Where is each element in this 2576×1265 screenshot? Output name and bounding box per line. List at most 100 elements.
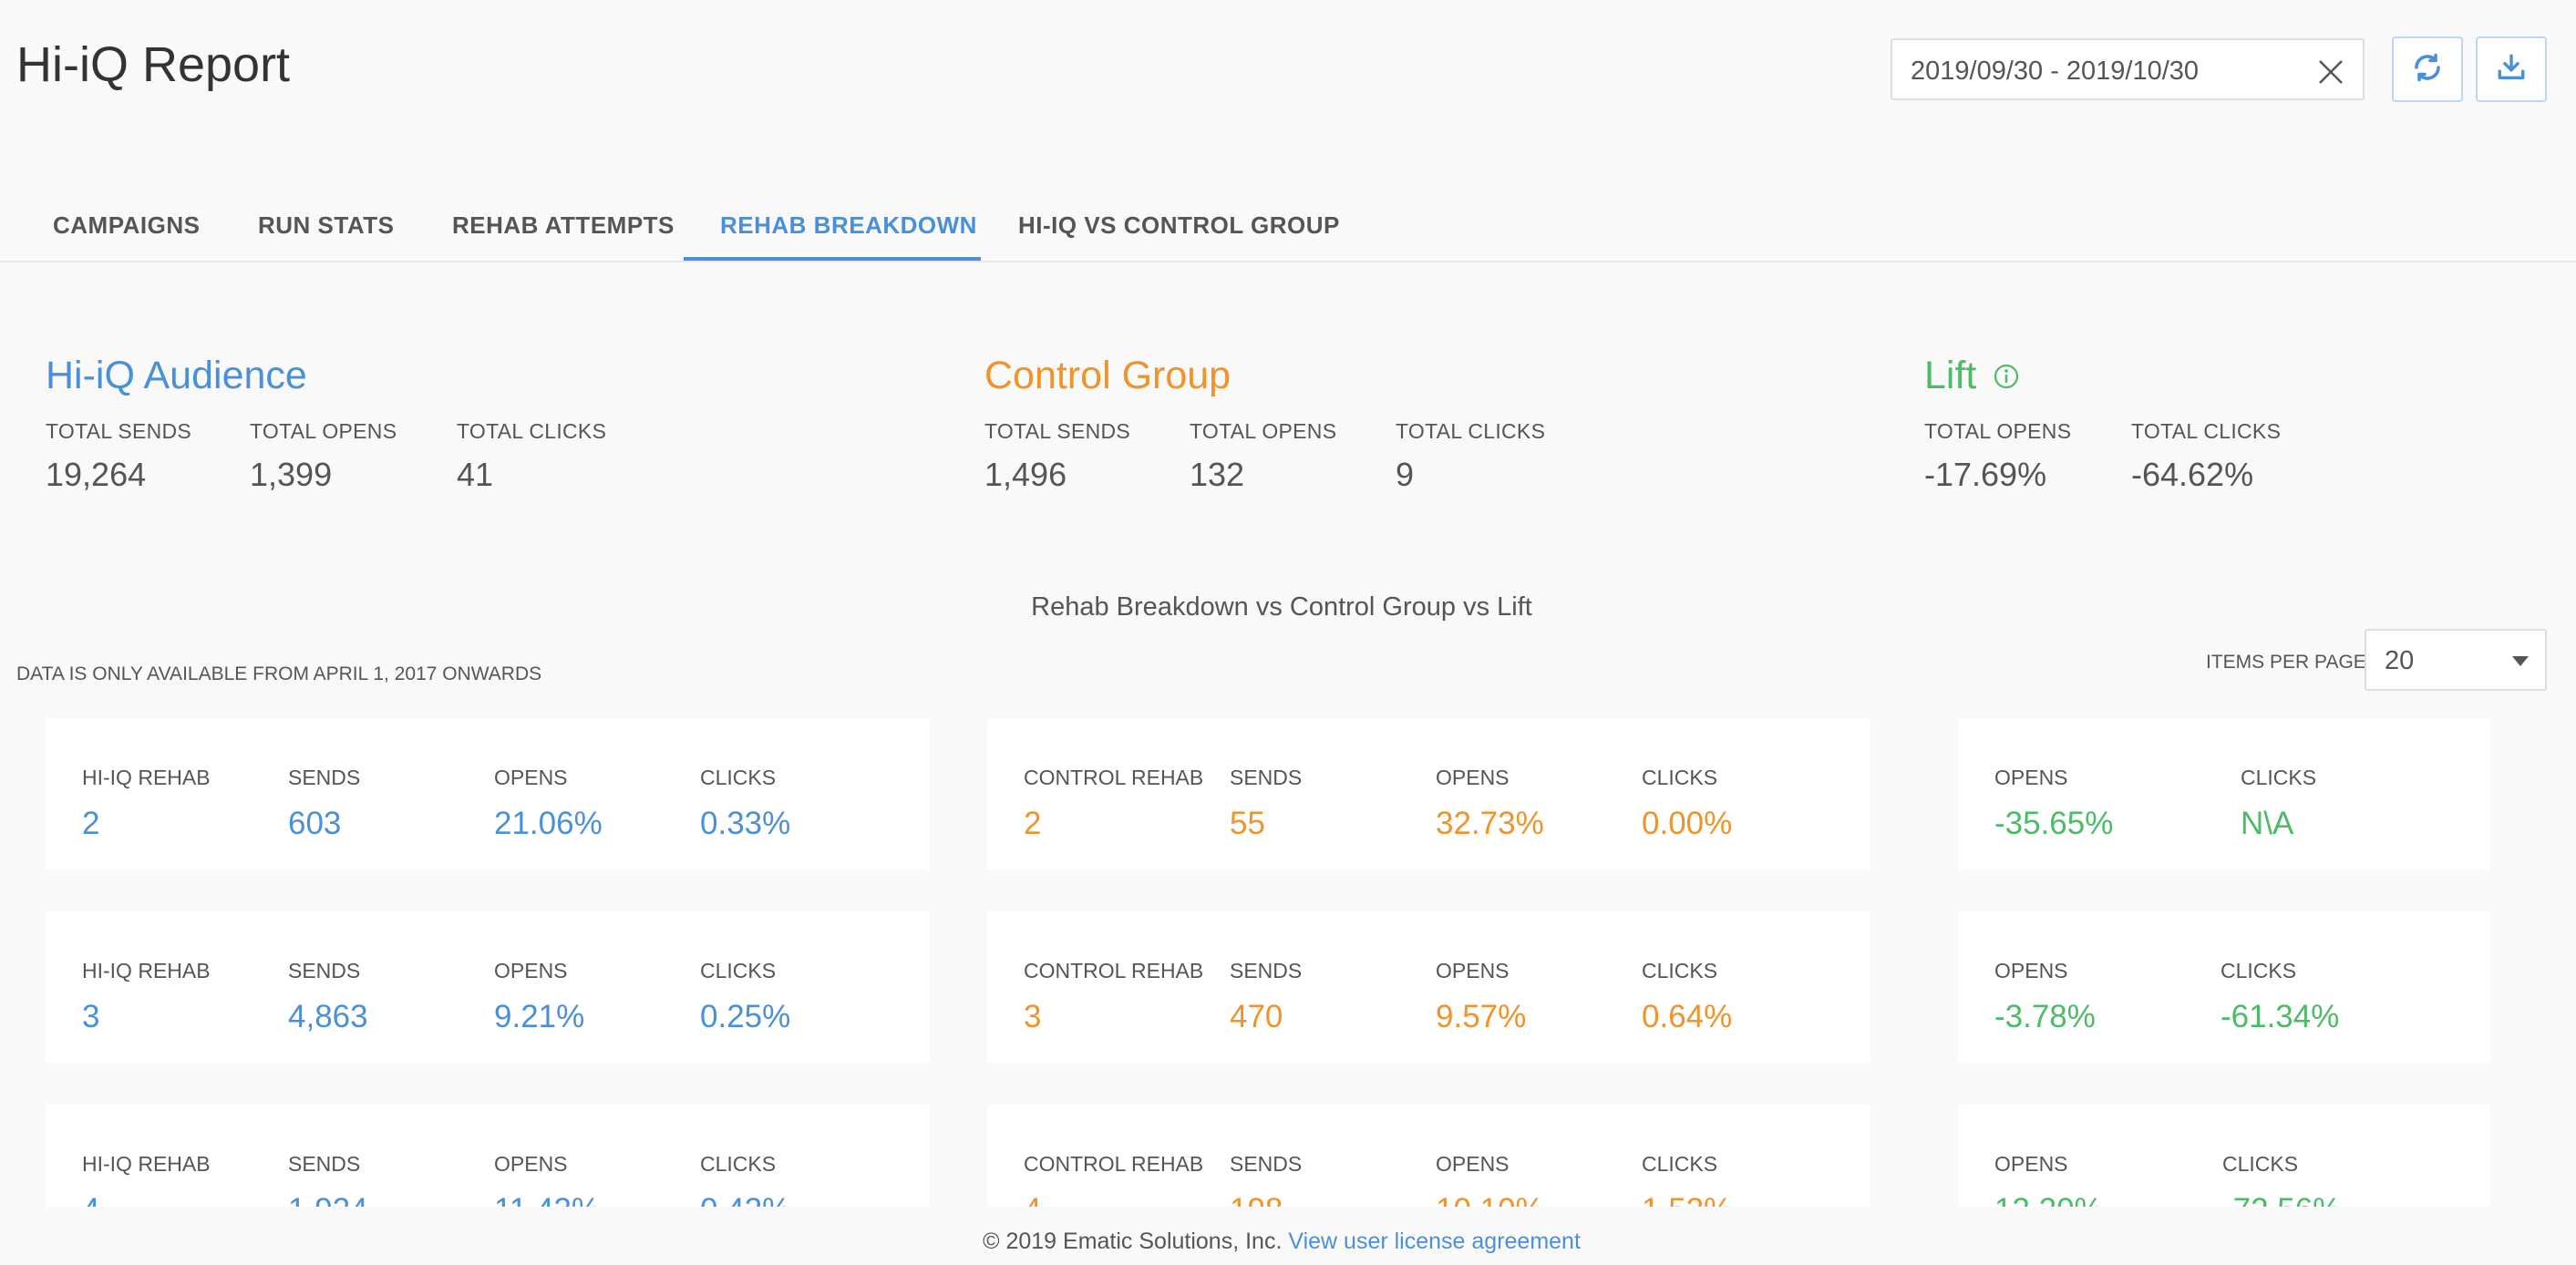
license-agreement-link[interactable]: View user license agreement [1288,1229,1581,1254]
tab-rehab-attempts[interactable]: REHAB ATTEMPTS [452,211,675,240]
lift-opens-value: -17.69% [1924,456,2047,493]
sends-label: SENDS [1230,766,1303,789]
sends-label: SENDS [288,959,361,982]
opens-label: OPENS [1436,1152,1510,1176]
clear-icon[interactable] [2317,58,2344,86]
control-rehab-value: 2 [1024,806,1042,841]
control-rehab-label: CONTROL REHAB [1024,959,1204,982]
hiiq-rehab-card: HI-IQ REHAB SENDS OPENS CLICKS 4 1,924 1… [46,1105,930,1207]
download-icon [2496,52,2527,87]
hiiq-clicks-value: 0.42% [700,1192,790,1207]
control-clicks-label: TOTAL CLICKS [1396,419,1546,443]
clicks-label: CLICKS [700,1152,777,1176]
lift-opens-value: 13.20% [1994,1192,2103,1207]
hiiq-clicks-value: 0.33% [700,806,791,841]
opens-label: OPENS [1994,1152,2068,1176]
breakdown-heading: Rehab Breakdown vs Control Group vs Lift [1031,592,1532,622]
clicks-label: CLICKS [2222,1152,2299,1176]
lift-clicks-label: TOTAL CLICKS [2131,419,2282,443]
clicks-label: CLICKS [2221,959,2297,982]
control-sends-label: TOTAL SENDS [984,419,1131,443]
opens-label: OPENS [1436,766,1510,789]
items-per-page-select[interactable]: 20 [2365,629,2547,691]
copyright-text: © 2019 Ematic Solutions, Inc. [983,1229,1283,1254]
audience-sends-value: 19,264 [46,456,147,493]
data-availability-note: DATA IS ONLY AVAILABLE FROM APRIL 1, 201… [16,663,542,684]
lift-title-text: Lift [1924,354,1977,397]
lift-clicks-value: -72.56% [2222,1192,2341,1207]
control-clicks-value: 0.00% [1642,806,1733,841]
audience-sends-label: TOTAL SENDS [46,419,192,443]
control-clicks-value: 9 [1396,456,1415,493]
opens-label: OPENS [1994,959,2068,982]
refresh-button[interactable] [2392,36,2463,102]
audience-clicks-label: TOTAL CLICKS [457,419,607,443]
control-rehab-label: CONTROL REHAB [1024,766,1204,789]
lift-card: OPENS CLICKS 13.20% -72.56% [1958,1105,2490,1207]
date-range-picker[interactable]: 2019/09/30 - 2019/10/30 [1891,38,2365,100]
clicks-label: CLICKS [1642,1152,1718,1176]
control-rehab-value: 4 [1024,1192,1041,1207]
active-tab-indicator [684,257,981,261]
audience-opens-value: 1,399 [250,456,333,493]
chevron-down-icon [2512,656,2529,666]
lift-clicks-value: -64.62% [2131,456,2254,493]
items-per-page-label: ITEMS PER PAGE: [2206,652,2372,673]
hiiq-opens-value: 9.21% [494,999,585,1034]
opens-label: OPENS [1436,959,1510,982]
hiiq-opens-value: 21.06% [494,806,603,841]
clicks-label: CLICKS [1642,766,1718,789]
lift-opens-value: -3.78% [1994,999,2096,1034]
items-per-page-value: 20 [2385,646,2415,675]
lift-opens-value: -35.65% [1994,806,2114,841]
hiiq-sends-value: 4,863 [288,999,368,1034]
control-clicks-value: 0.64% [1642,999,1733,1034]
hiiq-rehab-label: HI-IQ REHAB [82,766,211,789]
hiiq-opens-value: 11.43% [494,1192,600,1207]
page-title: Hi-iQ Report [16,37,291,92]
hiiq-rehab-card: HI-IQ REHAB SENDS OPENS CLICKS 2 603 21.… [46,718,930,869]
tab-campaigns[interactable]: CAMPAIGNS [53,211,200,240]
report-tabs: CAMPAIGNS RUN STATS REHAB ATTEMPTS REHAB… [0,191,2576,262]
control-sends-value: 198 [1230,1192,1283,1207]
tab-run-stats[interactable]: RUN STATS [258,211,394,240]
hiiq-rehab-card: HI-IQ REHAB SENDS OPENS CLICKS 3 4,863 9… [46,911,930,1063]
hiiq-rehab-value: 3 [82,999,100,1034]
download-button[interactable] [2476,36,2547,102]
clicks-label: CLICKS [700,766,777,789]
audience-opens-label: TOTAL OPENS [250,419,397,443]
lift-opens-label: TOTAL OPENS [1924,419,2072,443]
hiiq-clicks-value: 0.25% [700,999,791,1034]
control-rehab-label: CONTROL REHAB [1024,1152,1204,1176]
control-opens-value: 10.10% [1436,1192,1544,1207]
clicks-label: CLICKS [2241,766,2317,789]
clicks-label: CLICKS [700,959,777,982]
audience-clicks-value: 41 [457,456,494,493]
control-sends-value: 55 [1230,806,1265,841]
hiiq-rehab-value: 4 [82,1192,99,1207]
opens-label: OPENS [494,959,568,982]
clicks-label: CLICKS [1642,959,1718,982]
opens-label: OPENS [1994,766,2068,789]
control-rehab-value: 3 [1024,999,1042,1034]
lift-clicks-value: -61.34% [2221,999,2340,1034]
control-rehab-card: CONTROL REHAB SENDS OPENS CLICKS 4 198 1… [987,1105,1870,1207]
control-opens-value: 32.73% [1436,806,1544,841]
control-title: Control Group [984,354,1231,397]
breakdown-list[interactable]: HI-IQ REHAB SENDS OPENS CLICKS 2 603 21.… [0,707,2576,1207]
lift-title: Lift [1924,354,2020,400]
control-opens-label: TOTAL OPENS [1190,419,1337,443]
control-sends-value: 470 [1230,999,1283,1034]
lift-card: OPENS CLICKS -3.78% -61.34% [1958,911,2490,1063]
control-rehab-card: CONTROL REHAB SENDS OPENS CLICKS 3 470 9… [987,911,1870,1063]
hiiq-rehab-label: HI-IQ REHAB [82,959,211,982]
info-icon[interactable] [1993,355,2020,400]
control-opens-value: 9.57% [1436,999,1527,1034]
tab-rehab-breakdown[interactable]: REHAB BREAKDOWN [720,211,977,240]
sends-label: SENDS [288,1152,361,1176]
hiiq-rehab-label: HI-IQ REHAB [82,1152,211,1176]
audience-title: Hi-iQ Audience [46,354,307,397]
tab-hiiq-vs-control-group[interactable]: HI-IQ VS CONTROL GROUP [1018,211,1340,240]
control-opens-value: 132 [1190,456,1245,493]
hiiq-sends-value: 603 [288,806,342,841]
